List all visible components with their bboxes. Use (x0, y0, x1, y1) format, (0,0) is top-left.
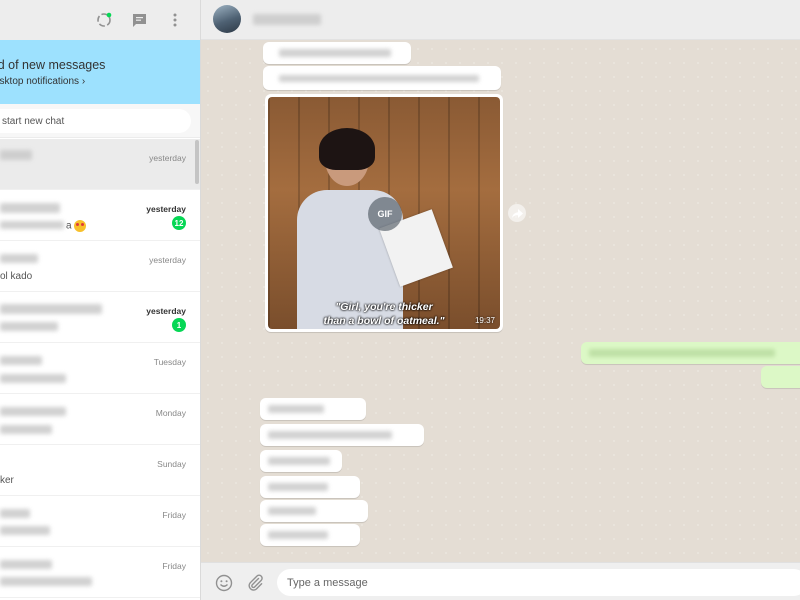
message-time: 19:37 (474, 316, 495, 325)
enable-notifications-link[interactable]: esktop notifications › (0, 76, 85, 87)
message-preview-blurred (0, 221, 64, 229)
emoji-icon[interactable] (215, 574, 233, 592)
gif-message[interactable]: GIF "Girl, you're thicker than a bowl of… (265, 94, 503, 332)
menu-icon[interactable] (166, 11, 184, 29)
incoming-message (260, 476, 360, 498)
unread-badge: 1 (172, 318, 186, 332)
chat-time: Friday (162, 561, 186, 571)
chat-list-scrollbar[interactable] (195, 140, 199, 184)
message-preview: ker (0, 475, 14, 486)
chat-time: Sunday (157, 459, 186, 469)
chat-time: Tuesday (153, 357, 186, 367)
message-preview: ol kado (0, 271, 33, 282)
incoming-message (260, 500, 368, 522)
contact-name-blurred[interactable] (253, 14, 321, 25)
message-preview: a (66, 220, 86, 232)
conversation-pane: GIF "Girl, you're thicker than a bowl of… (201, 0, 800, 600)
message-text-blurred (268, 507, 316, 515)
chat-time: Monday (155, 408, 186, 418)
incoming-message (260, 450, 342, 472)
chat-item[interactable]: Friday (0, 547, 200, 598)
chat-list: yesterday yesterday a 12 yesterday ol ka… (0, 139, 200, 598)
chat-item[interactable]: yesterday a 12 (0, 190, 200, 241)
chat-item[interactable]: Friday (0, 496, 200, 547)
chat-time: yesterday (149, 153, 186, 163)
outgoing-message (761, 366, 800, 388)
message-text-blurred (268, 431, 392, 439)
status-icon[interactable] (95, 11, 113, 29)
chat-item[interactable]: Monday (0, 394, 200, 445)
forward-button[interactable] (508, 204, 526, 222)
contact-name-blurred (0, 509, 30, 518)
contact-name-blurred (0, 203, 60, 213)
notification-title: ied of new messages (0, 58, 106, 72)
incoming-message (260, 398, 366, 420)
gif-caption-line-1: "Girl, you're thicker (335, 301, 433, 313)
message-preview-blurred (0, 577, 92, 586)
search-bar (0, 104, 200, 138)
message-preview-blurred (0, 526, 50, 535)
contact-name-blurred (0, 560, 52, 569)
message-preview-blurred (0, 374, 66, 383)
incoming-message (263, 42, 411, 64)
message-text-blurred (268, 457, 330, 465)
message-text-blurred (268, 531, 328, 539)
search-box (0, 109, 191, 133)
message-preview-blurred (0, 322, 58, 331)
contact-name-blurred (0, 304, 102, 314)
message-preview-blurred (0, 425, 52, 434)
chat-item[interactable]: Tuesday (0, 343, 200, 394)
chat-item[interactable]: yesterday (0, 139, 200, 190)
attach-icon[interactable] (246, 573, 264, 591)
desktop-notification-banner[interactable]: ied of new messages esktop notifications… (0, 40, 200, 104)
chat-time: yesterday (149, 255, 186, 265)
gif-caption-line-2: than a bowl of oatmeal." (323, 315, 445, 327)
chat-item[interactable]: Sunday ker (0, 445, 200, 496)
contact-name-blurred (0, 356, 42, 365)
chat-list-pane: ied of new messages esktop notifications… (0, 0, 201, 600)
heart-eyes-emoji-icon (73, 220, 86, 232)
chat-time: Friday (162, 510, 186, 520)
unread-badge: 12 (172, 216, 186, 230)
message-text-blurred (268, 483, 328, 491)
new-chat-icon[interactable] (130, 11, 148, 29)
chat-time: yesterday (146, 306, 186, 316)
outgoing-message (581, 342, 800, 364)
incoming-message (263, 66, 501, 90)
message-composer (201, 562, 800, 600)
contact-name-blurred (0, 150, 32, 160)
chat-time: yesterday (146, 204, 186, 214)
contact-name-blurred (0, 254, 38, 263)
message-text-blurred (279, 75, 479, 82)
chat-item[interactable]: yesterday ol kado (0, 241, 200, 292)
search-input[interactable] (0, 109, 191, 133)
gif-image[interactable]: GIF "Girl, you're thicker than a bowl of… (268, 97, 500, 329)
gif-play-badge[interactable]: GIF (368, 197, 402, 231)
incoming-message (260, 424, 424, 446)
message-text-blurred (589, 349, 775, 357)
left-header (0, 0, 200, 40)
incoming-message (260, 524, 360, 546)
avatar[interactable] (213, 5, 241, 33)
chat-item[interactable]: yesterday 1 (0, 292, 200, 343)
message-input[interactable] (277, 569, 800, 596)
conversation-header (201, 0, 800, 40)
contact-name-blurred (0, 407, 66, 416)
forward-icon (511, 208, 523, 218)
message-text-blurred (268, 405, 324, 413)
message-text-blurred (279, 49, 391, 57)
